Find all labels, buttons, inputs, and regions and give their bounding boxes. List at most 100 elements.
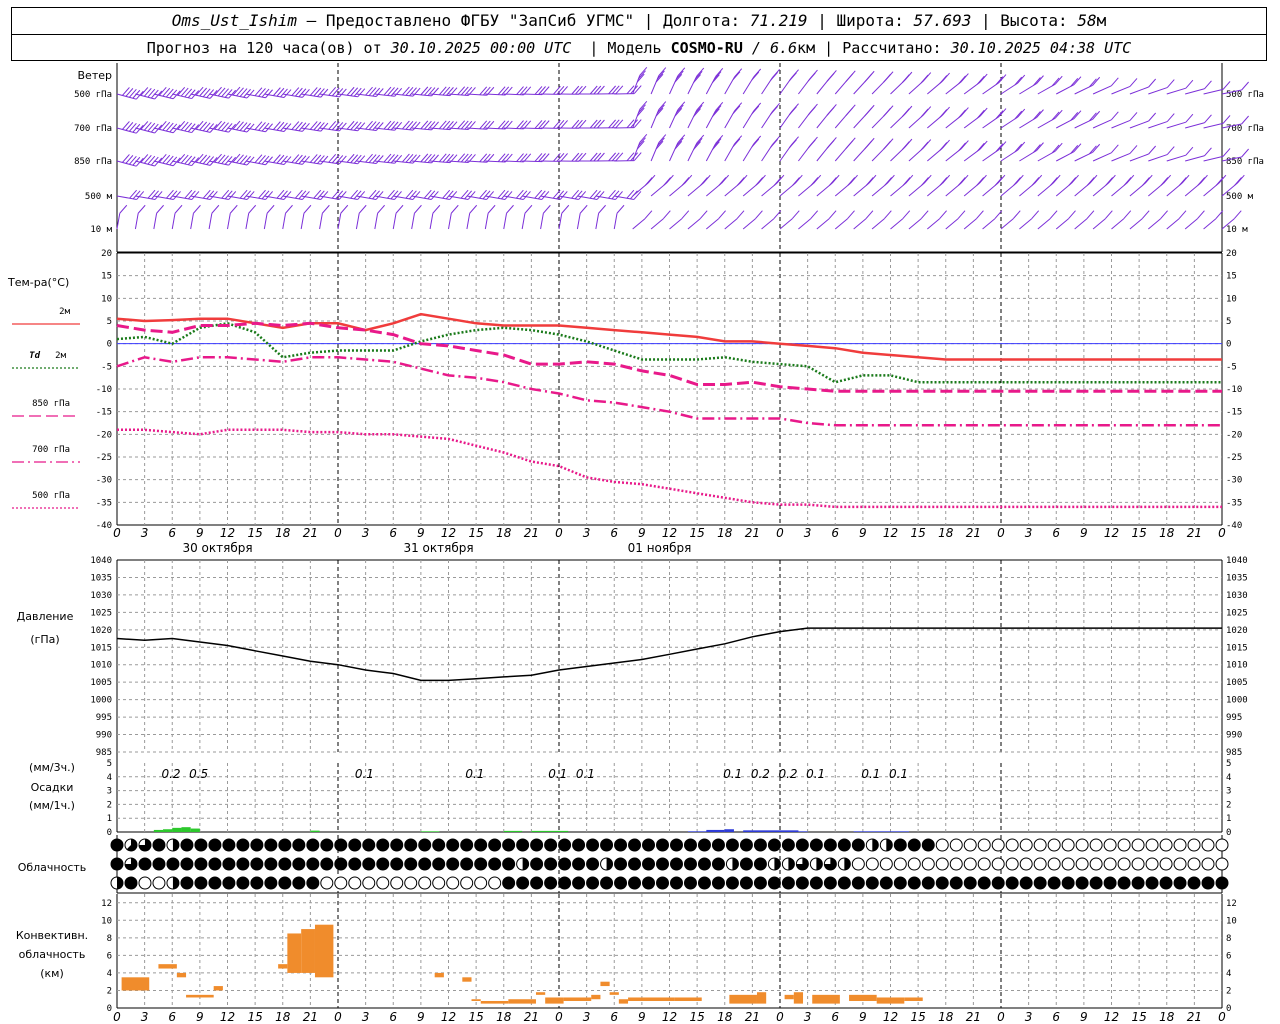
- wind-barbs: [116, 66, 1249, 230]
- wind-barb-feather: [644, 210, 653, 220]
- cloud-cover-symbol: [110, 876, 124, 890]
- wind-barb-feather: [556, 153, 565, 162]
- wind-barb-feather: [258, 189, 266, 199]
- cloud-circle: [264, 838, 278, 852]
- wind-barb-feather: [556, 190, 565, 200]
- temp-x-tick: 9: [196, 526, 204, 540]
- wind-barb-feather: [1054, 109, 1063, 119]
- cloud-circle: [1159, 857, 1173, 871]
- cloud-cover-symbol: [642, 857, 656, 871]
- wind-barb-feather: [420, 120, 429, 130]
- temp-legend-label: 500 гПа: [32, 491, 70, 501]
- cloud-cover-symbol: [600, 857, 614, 871]
- temp-x-tick: 21: [524, 526, 539, 540]
- cloud-circle: [1103, 876, 1117, 890]
- wind-barb-feather: [611, 152, 620, 162]
- cloud-cover-symbol: [488, 857, 502, 871]
- cloud-cover-symbol: [963, 876, 977, 890]
- convective-bar: [213, 986, 223, 991]
- cloud-fill: [117, 877, 123, 889]
- cloud-circle: [683, 876, 697, 890]
- wind-barb-feather: [193, 204, 201, 214]
- wind-barb-feather: [770, 138, 779, 148]
- conv-x-tick: 6: [831, 1010, 839, 1024]
- wind-barb-feather: [718, 210, 726, 220]
- wind-barb-feather: [663, 177, 672, 186]
- cloud-circle: [865, 876, 879, 890]
- wind-barb-shaft: [1203, 122, 1224, 129]
- cloud-cover-symbol: [739, 838, 753, 852]
- wind-barb-feather: [506, 204, 514, 214]
- cloud-cover-symbol: [236, 876, 250, 890]
- wind-barb-feather: [420, 86, 429, 96]
- wind-barb-feather: [294, 154, 303, 164]
- cloud-cover-symbol: [1019, 857, 1033, 871]
- cloud-circle: [320, 838, 334, 852]
- conv-x-tick: 18: [717, 1010, 733, 1024]
- cloud-cover-symbol: [306, 838, 320, 852]
- cloud-cover-symbol: [348, 876, 362, 890]
- wind-barb-shaft: [1184, 218, 1198, 230]
- cloud-circle: [278, 857, 292, 871]
- cloud-cover-symbol: [1215, 857, 1229, 871]
- wind-barb-feather: [593, 190, 601, 200]
- cloud-cover-symbol: [194, 857, 208, 871]
- cloud-circle: [1033, 838, 1047, 852]
- wind-barb-feather: [221, 88, 229, 97]
- wind-barb-feather: [202, 122, 211, 132]
- wind-barb-feather: [1163, 174, 1172, 184]
- precip-y-tick-right: 2: [1226, 800, 1231, 810]
- wind-barb-feather: [734, 135, 743, 144]
- wind-barb-feather: [265, 156, 273, 166]
- precip-y-tick: 2: [107, 800, 112, 810]
- wind-barb-feather: [845, 140, 854, 149]
- cloud-circle: [739, 876, 753, 890]
- cloud-cover-symbol: [334, 838, 348, 852]
- wind-barb-feather: [180, 87, 189, 97]
- temp-x-tick: 12: [662, 526, 677, 540]
- temp-y-tick-right: -25: [1226, 453, 1242, 463]
- cloud-cover-symbol: [488, 876, 502, 890]
- wind-barb-feather: [357, 88, 366, 98]
- cloud-cover-symbol: [194, 838, 208, 852]
- temp-x-tick: 9: [859, 526, 867, 540]
- wind-barb-feather: [942, 106, 950, 116]
- press-y-tick-right: 1010: [1226, 661, 1248, 671]
- precip-y-tick: 3: [107, 787, 112, 797]
- wind-barb-feather: [770, 71, 779, 81]
- wind-barb-feather: [751, 105, 760, 115]
- wind-barb-feather: [402, 86, 410, 96]
- wind-barb-feather: [239, 122, 248, 131]
- conv-y-tick: 10: [101, 916, 112, 926]
- wind-barb-feather: [571, 189, 579, 199]
- cloud-cover-symbol: [893, 857, 907, 871]
- wind-barb-feather: [681, 210, 690, 220]
- cloud-cover-symbol: [278, 857, 292, 871]
- wind-barb-feather: [638, 70, 646, 80]
- wind-barb-feather: [254, 154, 263, 164]
- wind-barb-feather: [467, 191, 476, 200]
- wind-barb-feather: [1181, 174, 1190, 184]
- wind-barb-feather: [136, 191, 145, 200]
- wind-barb-shaft: [1092, 119, 1112, 129]
- wind-barb-feather: [206, 123, 215, 132]
- wind-barb-feather: [283, 191, 292, 200]
- wind-barb-feather: [1015, 174, 1024, 184]
- cloud-cover-symbol: [935, 876, 949, 890]
- cloud-circle: [907, 876, 921, 890]
- wind-barb-feather: [302, 123, 310, 132]
- wind-barb-feather: [184, 122, 193, 132]
- wind-barb-shaft: [595, 213, 600, 230]
- wind-barb-shaft: [1111, 119, 1131, 129]
- wind-barb-feather: [221, 155, 229, 164]
- wind-barb-feather: [346, 120, 355, 130]
- cloud-circle: [278, 876, 292, 890]
- cloud-circle: [222, 838, 236, 852]
- cloud-cover-symbol: [935, 838, 949, 852]
- wind-barb-shaft: [982, 218, 996, 230]
- wind-barb-feather: [302, 89, 310, 98]
- wind-barb-feather: [939, 142, 948, 151]
- cloud-cover-symbol: [530, 857, 544, 871]
- wind-barb-feather: [258, 88, 266, 97]
- wind-barb-feather: [469, 204, 478, 214]
